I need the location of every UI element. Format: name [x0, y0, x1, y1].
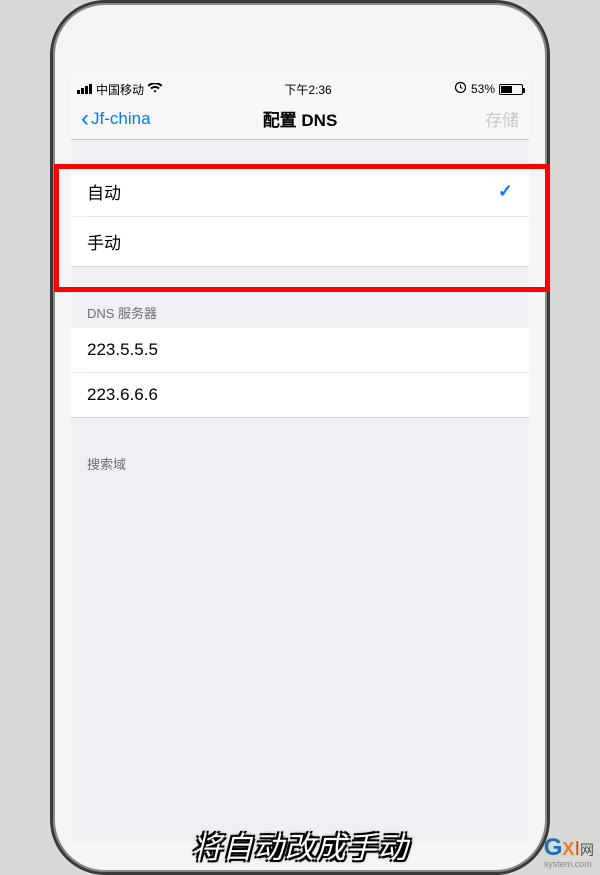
signal-icon — [77, 84, 92, 94]
content-area: 自动 ✓ 手动 DNS 服务器 223.5.5.5 223.6.6.6 — [71, 166, 529, 479]
cell-label: 223.6.6.6 — [87, 385, 158, 405]
battery-icon — [499, 84, 523, 95]
dns-servers-group: DNS 服务器 223.5.5.5 223.6.6.6 — [71, 297, 529, 418]
group-header: 搜索域 — [71, 448, 529, 479]
dns-server-row[interactable]: 223.6.6.6 — [71, 373, 529, 418]
watermark-g: G — [544, 836, 563, 860]
dns-mode-group: 自动 ✓ 手动 — [71, 166, 529, 267]
checkmark-icon: ✓ — [498, 181, 513, 202]
watermark: GXI网 system.com — [544, 836, 594, 869]
cell-label: 手动 — [87, 229, 121, 254]
watermark-sub: system.com — [544, 860, 594, 869]
clock-label: 下午2:36 — [284, 81, 331, 98]
dns-server-row[interactable]: 223.5.5.5 — [71, 328, 529, 372]
back-label: Jf-china — [91, 109, 151, 129]
watermark-net: 网 — [580, 842, 594, 858]
search-domain-group: 搜索域 — [71, 448, 529, 479]
cell-label: 223.5.5.5 — [87, 340, 158, 360]
chevron-left-icon: ‹ — [81, 107, 89, 131]
save-button[interactable]: 存储 — [485, 106, 519, 131]
phone-frame: 中国移动 下午2:36 53% ‹ Jf-china 配置 DNS 存储 — [50, 0, 550, 875]
status-left: 中国移动 — [77, 81, 162, 98]
carrier-label: 中国移动 — [96, 81, 144, 98]
group-header: DNS 服务器 — [71, 297, 529, 328]
watermark-x: X — [562, 840, 574, 858]
rotation-lock-icon — [454, 81, 467, 97]
cell-label: 自动 — [87, 179, 121, 204]
wifi-icon — [148, 82, 162, 97]
status-right: 53% — [454, 81, 523, 97]
mode-option-auto[interactable]: 自动 ✓ — [71, 166, 529, 216]
status-bar: 中国移动 下午2:36 53% — [71, 78, 529, 98]
screen: 中国移动 下午2:36 53% ‹ Jf-china 配置 DNS 存储 — [71, 78, 529, 842]
battery-percent: 53% — [471, 82, 495, 96]
video-caption: 将自动改成手动 — [0, 823, 600, 867]
mode-option-manual[interactable]: 手动 — [71, 217, 529, 267]
nav-bar: ‹ Jf-china 配置 DNS 存储 — [71, 98, 529, 140]
back-button[interactable]: ‹ Jf-china — [81, 107, 151, 131]
